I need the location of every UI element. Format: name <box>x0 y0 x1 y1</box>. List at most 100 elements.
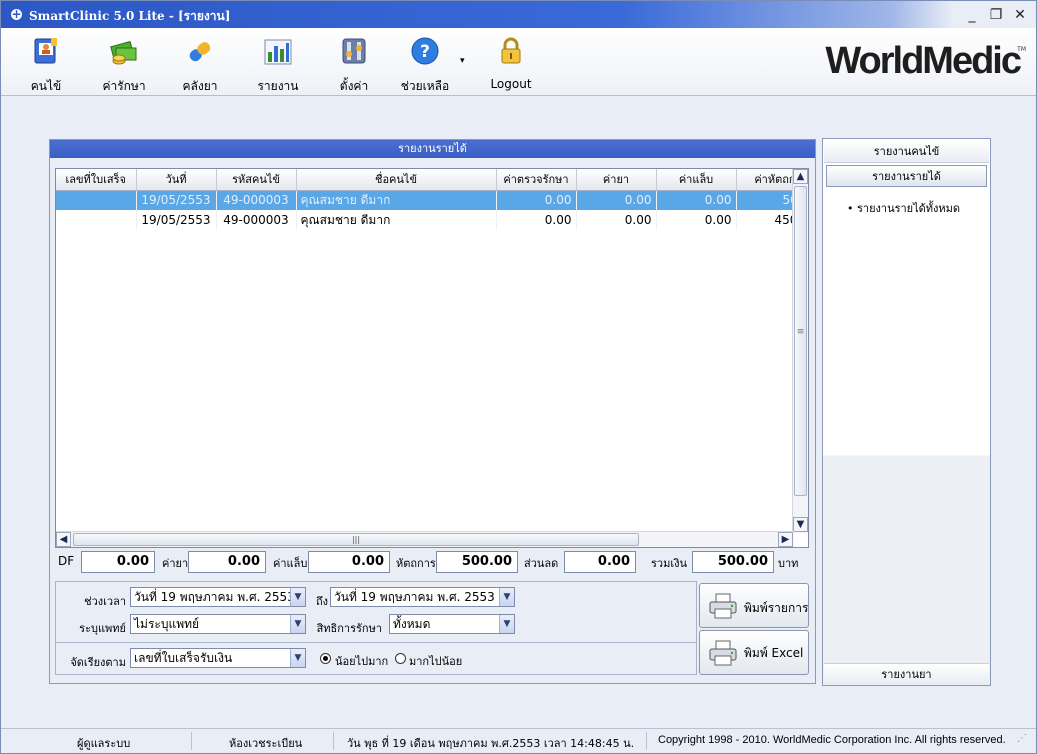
column-header-patient-id[interactable]: รหัสคนไข้ <box>216 169 297 191</box>
resize-grip-icon[interactable]: ⋰ <box>1017 733 1027 744</box>
horizontal-scrollbar[interactable]: ◀ ||| ▶ <box>56 531 794 547</box>
date-from-select[interactable]: วันที่ 19 พฤษภาคม พ.ศ. 2553 ▼ <box>130 587 306 607</box>
doctor-select[interactable]: ไม่ระบุแพทย์ ▼ <box>130 614 306 634</box>
income-all-link[interactable]: • รายงานรายได้ทั้งหมด <box>847 199 960 217</box>
horizontal-scroll-thumb[interactable]: ||| <box>73 533 639 546</box>
column-header-receipt[interactable]: เลขที่ใบเสร็จ <box>56 169 137 191</box>
scroll-left-button[interactable]: ◀ <box>56 532 71 547</box>
title-bar: + SmartClinic 5.0 Lite - [รายงาน] _ ❐ ✕ <box>1 1 1036 28</box>
vertical-scrollbar[interactable]: ▲ ≡ ▼ <box>792 169 808 533</box>
column-header-date[interactable]: วันที่ <box>136 169 217 191</box>
date-to-value: วันที่ 19 พฤษภาคม พ.ศ. 2553 <box>334 590 495 604</box>
discount-label: ส่วนลด <box>524 557 559 570</box>
scroll-right-button[interactable]: ▶ <box>778 532 793 547</box>
cell-drug-fee: 0.00 <box>576 190 657 210</box>
status-user: ผู้ดูแลระบบ <box>77 737 131 750</box>
toolbar-help-button[interactable]: ? ช่วยเหลือ <box>399 36 451 96</box>
close-button[interactable]: ✕ <box>1011 7 1029 23</box>
lab-total-label: ค่าแล็บ <box>273 557 308 570</box>
df-total-field: 0.00 <box>81 551 155 573</box>
toolbar-label: ค่ารักษา <box>102 79 146 93</box>
cell-receipt <box>56 210 137 230</box>
toolbar-fee-button[interactable]: ค่ารักษา <box>99 36 149 96</box>
scroll-up-button[interactable]: ▲ <box>793 169 808 184</box>
patient-report-tab[interactable]: รายงานคนไข้ <box>824 141 989 163</box>
print-report-button[interactable]: พิมพ์รายการ <box>699 583 809 628</box>
column-header-exam-fee[interactable]: ค่าตรวจรักษา <box>496 169 577 191</box>
cell-lab-fee: 0.00 <box>656 190 737 210</box>
drug-total-label: ค่ายา <box>162 557 189 570</box>
drug-total-field: 0.00 <box>188 551 266 573</box>
column-header-drug-fee[interactable]: ค่ายา <box>576 169 657 191</box>
patient-icon <box>34 38 57 64</box>
report-grid[interactable]: เลขที่ใบเสร็จ วันที่ รหัสคนไข้ ชื่อคนไข้… <box>55 168 809 548</box>
sort-desc-radio[interactable] <box>395 653 406 664</box>
rights-label: สิทธิการรักษา <box>316 622 382 635</box>
date-from-value: วันที่ 19 พฤษภาคม พ.ศ. 2553 <box>134 590 295 604</box>
procedure-total-field: 500.00 <box>436 551 518 573</box>
chevron-down-icon[interactable]: ▼ <box>290 649 305 667</box>
toolbar-logout-button[interactable]: Logout <box>487 36 535 91</box>
status-bar: ผู้ดูแลระบบ ห้องเวชระเบียน วัน พุธ ที่ 1… <box>1 728 1036 753</box>
scroll-down-button[interactable]: ▼ <box>793 517 808 532</box>
money-icon <box>110 41 137 65</box>
column-header-patient-name[interactable]: ชื่อคนไข้ <box>296 169 497 191</box>
pill-icon <box>189 42 211 62</box>
sort-asc-label[interactable]: น้อยไปมาก <box>335 652 388 670</box>
cell-exam-fee: 0.00 <box>496 190 577 210</box>
column-header-lab-fee[interactable]: ค่าแล็บ <box>656 169 737 191</box>
table-row[interactable]: 19/05/2553 49-000003 คุณสมชาย ดีมาก 0.00… <box>56 210 808 230</box>
chart-icon <box>264 39 292 65</box>
cell-patient-name: คุณสมชาย ดีมาก <box>296 210 497 230</box>
chevron-down-icon[interactable]: ▼ <box>290 588 305 606</box>
app-window: + SmartClinic 5.0 Lite - [รายงาน] _ ❐ ✕ … <box>0 0 1037 754</box>
restore-button[interactable]: ❐ <box>987 7 1005 23</box>
toolbar-label: ตั้งค่า <box>339 79 369 93</box>
income-report-tab[interactable]: รายงานรายได้ <box>826 165 987 187</box>
main-toolbar: คนไข้ ค่ารักษา คลังยา รายงาน ตั้งค่า ? ช… <box>1 28 1036 96</box>
report-panel: รายงานรายได้ เลขที่ใบเสร็จ วันที่ รหัสคน… <box>49 139 816 684</box>
sort-desc-label[interactable]: มากไปน้อย <box>409 652 462 670</box>
date-to-select[interactable]: วันที่ 19 พฤษภาคม พ.ศ. 2553 ▼ <box>330 587 515 607</box>
brand-logo: WorldMedic <box>825 40 1022 82</box>
settings-icon <box>342 38 366 64</box>
toolbar-report-button[interactable]: รายงาน <box>255 36 301 96</box>
table-row[interactable]: 19/05/2553 49-000003 คุณสมชาย ดีมาก 0.00… <box>56 190 808 210</box>
toolbar-label: คลังยา <box>182 79 218 93</box>
sort-label: จัดเรียงตาม <box>70 656 126 669</box>
table-header-row: เลขที่ใบเสร็จ วันที่ รหัสคนไข้ ชื่อคนไข้… <box>56 169 808 191</box>
minimize-button[interactable]: _ <box>963 7 981 23</box>
print-excel-label: พิมพ์ Excel <box>744 646 804 660</box>
svg-text:?: ? <box>420 42 430 62</box>
cell-lab-fee: 0.00 <box>656 210 737 230</box>
grand-total-field: 500.00 <box>692 551 774 573</box>
currency-label: บาท <box>778 557 799 570</box>
print-excel-button[interactable]: พิมพ์ Excel <box>699 630 809 675</box>
status-datetime: วัน พุธ ที่ 19 เดือน พฤษภาคม พ.ศ.2553 เว… <box>347 737 635 750</box>
chevron-down-icon[interactable]: ▼ <box>290 615 305 633</box>
status-divider <box>646 732 647 750</box>
cell-date: 19/05/2553 <box>136 190 217 210</box>
rights-value: ทั้งหมด <box>393 617 431 631</box>
sort-select[interactable]: เลขที่ใบเสร็จรับเงิน ▼ <box>130 648 306 668</box>
status-divider <box>191 732 192 750</box>
df-label: DF <box>58 554 75 568</box>
toolbar-settings-button[interactable]: ตั้งค่า <box>331 36 377 96</box>
filter-box: ช่วงเวลา วันที่ 19 พฤษภาคม พ.ศ. 2553 ▼ ถ… <box>55 581 697 675</box>
report-table: เลขที่ใบเสร็จ วันที่ รหัสคนไข้ ชื่อคนไข้… <box>56 169 808 230</box>
help-dropdown-icon[interactable]: ▾ <box>460 56 465 66</box>
doctor-value: ไม่ระบุแพทย์ <box>134 617 200 631</box>
print-report-label: พิมพ์รายการ <box>744 601 809 615</box>
drug-report-tab[interactable]: รายงานยา <box>824 663 989 685</box>
discount-field: 0.00 <box>564 551 636 573</box>
cell-drug-fee: 0.00 <box>576 210 657 230</box>
chevron-down-icon[interactable]: ▼ <box>499 615 514 633</box>
sort-asc-radio[interactable] <box>320 653 331 664</box>
sort-value: เลขที่ใบเสร็จรับเงิน <box>134 651 233 665</box>
toolbar-pharmacy-button[interactable]: คลังยา <box>177 36 223 96</box>
vertical-scroll-thumb[interactable]: ≡ <box>794 186 807 496</box>
chevron-down-icon[interactable]: ▼ <box>499 588 514 606</box>
rights-select[interactable]: ทั้งหมด ▼ <box>389 614 515 634</box>
app-logo-icon: + <box>9 7 24 22</box>
toolbar-patient-button[interactable]: คนไข้ <box>23 36 69 96</box>
